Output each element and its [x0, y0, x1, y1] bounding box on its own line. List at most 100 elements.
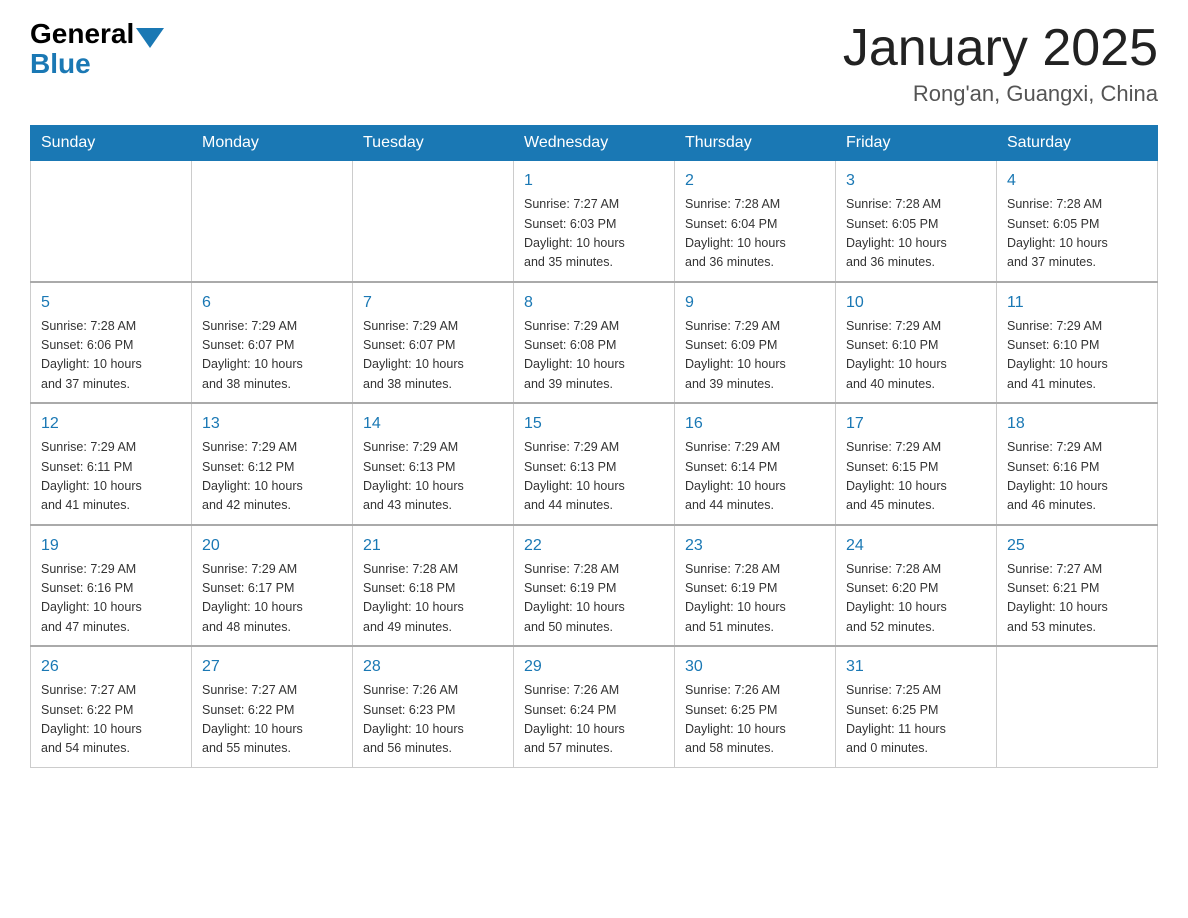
day-info: Sunrise: 7:27 AM Sunset: 6:22 PM Dayligh…	[41, 681, 181, 759]
header-monday: Monday	[192, 126, 353, 161]
calendar-week-row: 19Sunrise: 7:29 AM Sunset: 6:16 PM Dayli…	[31, 525, 1158, 647]
calendar-cell: 24Sunrise: 7:28 AM Sunset: 6:20 PM Dayli…	[836, 525, 997, 647]
day-number: 3	[846, 169, 986, 193]
day-number: 13	[202, 412, 342, 436]
day-info: Sunrise: 7:29 AM Sunset: 6:07 PM Dayligh…	[363, 317, 503, 395]
calendar-cell: 5Sunrise: 7:28 AM Sunset: 6:06 PM Daylig…	[31, 282, 192, 404]
calendar-cell: 15Sunrise: 7:29 AM Sunset: 6:13 PM Dayli…	[514, 403, 675, 525]
calendar-cell: 1Sunrise: 7:27 AM Sunset: 6:03 PM Daylig…	[514, 161, 675, 282]
day-info: Sunrise: 7:28 AM Sunset: 6:20 PM Dayligh…	[846, 560, 986, 638]
page-header: General Blue January 2025 Rong'an, Guang…	[30, 20, 1158, 107]
calendar-cell: 31Sunrise: 7:25 AM Sunset: 6:25 PM Dayli…	[836, 646, 997, 767]
day-number: 10	[846, 291, 986, 315]
day-info: Sunrise: 7:29 AM Sunset: 6:14 PM Dayligh…	[685, 438, 825, 516]
day-number: 26	[41, 655, 181, 679]
calendar-cell: 6Sunrise: 7:29 AM Sunset: 6:07 PM Daylig…	[192, 282, 353, 404]
day-number: 18	[1007, 412, 1147, 436]
day-number: 8	[524, 291, 664, 315]
day-number: 29	[524, 655, 664, 679]
day-info: Sunrise: 7:28 AM Sunset: 6:06 PM Dayligh…	[41, 317, 181, 395]
calendar-cell: 18Sunrise: 7:29 AM Sunset: 6:16 PM Dayli…	[997, 403, 1158, 525]
calendar-cell	[353, 161, 514, 282]
day-number: 17	[846, 412, 986, 436]
day-number: 4	[1007, 169, 1147, 193]
calendar-cell: 17Sunrise: 7:29 AM Sunset: 6:15 PM Dayli…	[836, 403, 997, 525]
day-number: 11	[1007, 291, 1147, 315]
day-info: Sunrise: 7:29 AM Sunset: 6:13 PM Dayligh…	[363, 438, 503, 516]
calendar-cell	[31, 161, 192, 282]
day-number: 7	[363, 291, 503, 315]
calendar-cell: 10Sunrise: 7:29 AM Sunset: 6:10 PM Dayli…	[836, 282, 997, 404]
day-number: 20	[202, 534, 342, 558]
calendar-cell: 9Sunrise: 7:29 AM Sunset: 6:09 PM Daylig…	[675, 282, 836, 404]
logo-blue-text: Blue	[30, 48, 91, 80]
day-info: Sunrise: 7:29 AM Sunset: 6:13 PM Dayligh…	[524, 438, 664, 516]
day-info: Sunrise: 7:28 AM Sunset: 6:05 PM Dayligh…	[846, 195, 986, 273]
day-number: 16	[685, 412, 825, 436]
day-number: 21	[363, 534, 503, 558]
day-info: Sunrise: 7:29 AM Sunset: 6:07 PM Dayligh…	[202, 317, 342, 395]
day-number: 30	[685, 655, 825, 679]
header-thursday: Thursday	[675, 126, 836, 161]
calendar-cell: 4Sunrise: 7:28 AM Sunset: 6:05 PM Daylig…	[997, 161, 1158, 282]
day-number: 5	[41, 291, 181, 315]
header-wednesday: Wednesday	[514, 126, 675, 161]
day-info: Sunrise: 7:26 AM Sunset: 6:25 PM Dayligh…	[685, 681, 825, 759]
calendar-cell: 28Sunrise: 7:26 AM Sunset: 6:23 PM Dayli…	[353, 646, 514, 767]
logo-general-text: General	[30, 20, 134, 48]
day-info: Sunrise: 7:29 AM Sunset: 6:12 PM Dayligh…	[202, 438, 342, 516]
day-info: Sunrise: 7:28 AM Sunset: 6:19 PM Dayligh…	[685, 560, 825, 638]
day-info: Sunrise: 7:29 AM Sunset: 6:11 PM Dayligh…	[41, 438, 181, 516]
day-info: Sunrise: 7:27 AM Sunset: 6:03 PM Dayligh…	[524, 195, 664, 273]
day-number: 28	[363, 655, 503, 679]
calendar-cell: 3Sunrise: 7:28 AM Sunset: 6:05 PM Daylig…	[836, 161, 997, 282]
calendar-cell: 22Sunrise: 7:28 AM Sunset: 6:19 PM Dayli…	[514, 525, 675, 647]
calendar-cell: 27Sunrise: 7:27 AM Sunset: 6:22 PM Dayli…	[192, 646, 353, 767]
header-friday: Friday	[836, 126, 997, 161]
calendar-cell: 23Sunrise: 7:28 AM Sunset: 6:19 PM Dayli…	[675, 525, 836, 647]
day-number: 19	[41, 534, 181, 558]
day-info: Sunrise: 7:28 AM Sunset: 6:04 PM Dayligh…	[685, 195, 825, 273]
day-number: 2	[685, 169, 825, 193]
calendar-cell: 19Sunrise: 7:29 AM Sunset: 6:16 PM Dayli…	[31, 525, 192, 647]
day-info: Sunrise: 7:29 AM Sunset: 6:15 PM Dayligh…	[846, 438, 986, 516]
calendar-cell: 21Sunrise: 7:28 AM Sunset: 6:18 PM Dayli…	[353, 525, 514, 647]
day-info: Sunrise: 7:25 AM Sunset: 6:25 PM Dayligh…	[846, 681, 986, 759]
calendar-cell: 11Sunrise: 7:29 AM Sunset: 6:10 PM Dayli…	[997, 282, 1158, 404]
day-info: Sunrise: 7:28 AM Sunset: 6:05 PM Dayligh…	[1007, 195, 1147, 273]
day-info: Sunrise: 7:27 AM Sunset: 6:21 PM Dayligh…	[1007, 560, 1147, 638]
calendar-cell: 12Sunrise: 7:29 AM Sunset: 6:11 PM Dayli…	[31, 403, 192, 525]
calendar-subtitle: Rong'an, Guangxi, China	[843, 81, 1158, 107]
day-info: Sunrise: 7:29 AM Sunset: 6:09 PM Dayligh…	[685, 317, 825, 395]
day-info: Sunrise: 7:28 AM Sunset: 6:18 PM Dayligh…	[363, 560, 503, 638]
day-info: Sunrise: 7:29 AM Sunset: 6:16 PM Dayligh…	[41, 560, 181, 638]
day-number: 15	[524, 412, 664, 436]
day-number: 25	[1007, 534, 1147, 558]
day-info: Sunrise: 7:29 AM Sunset: 6:08 PM Dayligh…	[524, 317, 664, 395]
day-info: Sunrise: 7:28 AM Sunset: 6:19 PM Dayligh…	[524, 560, 664, 638]
calendar-cell: 20Sunrise: 7:29 AM Sunset: 6:17 PM Dayli…	[192, 525, 353, 647]
header-sunday: Sunday	[31, 126, 192, 161]
calendar-cell: 26Sunrise: 7:27 AM Sunset: 6:22 PM Dayli…	[31, 646, 192, 767]
day-number: 23	[685, 534, 825, 558]
calendar-cell: 7Sunrise: 7:29 AM Sunset: 6:07 PM Daylig…	[353, 282, 514, 404]
calendar-week-row: 1Sunrise: 7:27 AM Sunset: 6:03 PM Daylig…	[31, 161, 1158, 282]
day-info: Sunrise: 7:29 AM Sunset: 6:17 PM Dayligh…	[202, 560, 342, 638]
calendar-cell	[192, 161, 353, 282]
calendar-week-row: 26Sunrise: 7:27 AM Sunset: 6:22 PM Dayli…	[31, 646, 1158, 767]
logo: General Blue	[30, 20, 166, 80]
calendar-title: January 2025	[843, 20, 1158, 77]
day-info: Sunrise: 7:26 AM Sunset: 6:24 PM Dayligh…	[524, 681, 664, 759]
day-info: Sunrise: 7:27 AM Sunset: 6:22 PM Dayligh…	[202, 681, 342, 759]
logo-triangle-icon	[136, 28, 164, 48]
calendar-week-row: 5Sunrise: 7:28 AM Sunset: 6:06 PM Daylig…	[31, 282, 1158, 404]
calendar-cell: 14Sunrise: 7:29 AM Sunset: 6:13 PM Dayli…	[353, 403, 514, 525]
calendar-cell: 25Sunrise: 7:27 AM Sunset: 6:21 PM Dayli…	[997, 525, 1158, 647]
calendar-cell: 16Sunrise: 7:29 AM Sunset: 6:14 PM Dayli…	[675, 403, 836, 525]
calendar-cell: 30Sunrise: 7:26 AM Sunset: 6:25 PM Dayli…	[675, 646, 836, 767]
day-number: 24	[846, 534, 986, 558]
day-info: Sunrise: 7:29 AM Sunset: 6:16 PM Dayligh…	[1007, 438, 1147, 516]
day-number: 6	[202, 291, 342, 315]
calendar-header-row: SundayMondayTuesdayWednesdayThursdayFrid…	[31, 126, 1158, 161]
day-number: 22	[524, 534, 664, 558]
